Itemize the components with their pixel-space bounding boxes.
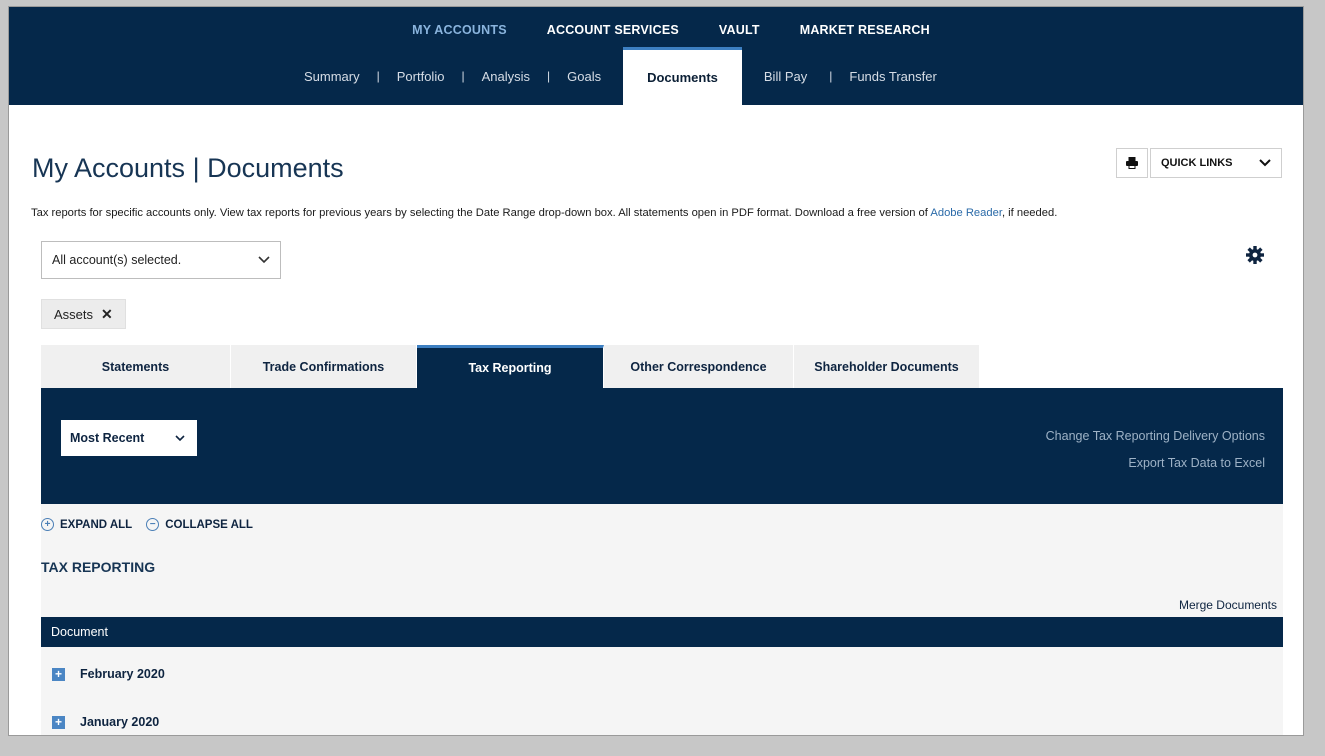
top-navigation: MY ACCOUNTS ACCOUNT SERVICES VAULT MARKE… xyxy=(9,7,1303,105)
chevron-down-icon xyxy=(1259,159,1271,167)
document-row-label: January 2020 xyxy=(80,715,160,729)
nav-separator: | xyxy=(376,69,380,83)
chevron-down-icon xyxy=(258,256,270,264)
nav-account-services[interactable]: ACCOUNT SERVICES xyxy=(547,23,679,37)
account-select[interactable]: All account(s) selected. xyxy=(41,241,281,279)
collapse-all-button[interactable]: − COLLAPSE ALL xyxy=(146,518,253,531)
nav-separator: | xyxy=(829,69,833,83)
nav-separator: | xyxy=(547,69,551,83)
expand-plus-icon[interactable]: + xyxy=(52,667,65,681)
remove-filter-icon[interactable]: ✕ xyxy=(101,306,113,323)
tab-statements[interactable]: Statements xyxy=(41,345,231,388)
date-range-select[interactable]: Most Recent xyxy=(61,420,197,456)
plus-circle-icon: + xyxy=(41,518,54,531)
filter-pill-label: Assets xyxy=(54,306,94,322)
printer-icon xyxy=(1126,157,1138,169)
collapse-all-label: COLLAPSE ALL xyxy=(165,518,253,531)
nav-vault[interactable]: VAULT xyxy=(719,23,760,37)
document-row-label: February 2020 xyxy=(80,667,165,681)
export-tax-data-link[interactable]: Export Tax Data to Excel xyxy=(1128,456,1265,470)
description-text: Tax reports for specific accounts only. … xyxy=(31,207,931,219)
tax-reporting-panel: Most Recent Change Tax Reporting Deliver… xyxy=(41,388,1283,504)
tab-trade-confirmations[interactable]: Trade Confirmations xyxy=(231,345,417,388)
subnav-documents[interactable]: Documents xyxy=(623,47,742,105)
tab-shareholder-documents[interactable]: Shareholder Documents xyxy=(794,345,980,388)
date-range-value: Most Recent xyxy=(70,431,145,445)
expand-all-button[interactable]: + EXPAND ALL xyxy=(41,518,132,531)
merge-documents-link[interactable]: Merge Documents xyxy=(1179,598,1277,612)
quick-links-dropdown[interactable]: QUICK LINKS xyxy=(1150,148,1282,178)
nav-my-accounts[interactable]: MY ACCOUNTS xyxy=(412,23,507,37)
subnav-summary[interactable]: Summary xyxy=(304,47,360,105)
page-description: Tax reports for specific accounts only. … xyxy=(31,207,1057,219)
change-delivery-options-link[interactable]: Change Tax Reporting Delivery Options xyxy=(1046,429,1265,443)
subnav-goals[interactable]: Goals xyxy=(567,47,601,105)
description-suffix: , if needed. xyxy=(1001,207,1058,219)
gear-icon[interactable] xyxy=(1245,245,1265,265)
tab-other-correspondence[interactable]: Other Correspondence xyxy=(604,345,794,388)
nav-separator: | xyxy=(461,69,465,83)
print-button[interactable] xyxy=(1116,148,1148,178)
subnav-portfolio[interactable]: Portfolio xyxy=(397,47,445,105)
tab-tax-reporting[interactable]: Tax Reporting xyxy=(417,345,604,388)
tax-reporting-content: + EXPAND ALL − COLLAPSE ALL TAX REPORTIN… xyxy=(41,504,1283,735)
adobe-reader-link[interactable]: Adobe Reader xyxy=(930,207,1002,219)
subnav-analysis[interactable]: Analysis xyxy=(482,47,530,105)
minus-circle-icon: − xyxy=(146,518,160,531)
filter-pill-assets: Assets ✕ xyxy=(41,299,126,329)
nav-market-research[interactable]: MARKET RESEARCH xyxy=(800,23,930,37)
browser-frame: MY ACCOUNTS ACCOUNT SERVICES VAULT MARKE… xyxy=(8,6,1304,736)
section-title: TAX REPORTING xyxy=(41,559,156,575)
expand-collapse-controls: + EXPAND ALL − COLLAPSE ALL xyxy=(41,518,261,531)
document-column-header: Document xyxy=(41,617,1283,647)
document-row-february-2020[interactable]: + February 2020 xyxy=(41,654,1283,694)
quick-links-label: QUICK LINKS xyxy=(1161,157,1233,169)
document-row-january-2020[interactable]: + January 2020 xyxy=(41,702,1283,735)
subnav-funds-transfer[interactable]: Funds Transfer xyxy=(849,47,936,105)
document-tabs: Statements Trade Confirmations Tax Repor… xyxy=(41,345,980,388)
chevron-down-icon xyxy=(175,434,185,441)
page-title: My Accounts | Documents xyxy=(32,153,344,183)
primary-nav: MY ACCOUNTS ACCOUNT SERVICES VAULT MARKE… xyxy=(9,23,1303,37)
expand-plus-icon[interactable]: + xyxy=(52,715,65,729)
account-select-value: All account(s) selected. xyxy=(52,253,182,267)
subnav-bill-pay[interactable]: Bill Pay xyxy=(742,47,829,105)
secondary-nav: Summary | Portfolio | Analysis | Goals D… xyxy=(304,47,937,105)
expand-all-label: EXPAND ALL xyxy=(60,518,133,531)
